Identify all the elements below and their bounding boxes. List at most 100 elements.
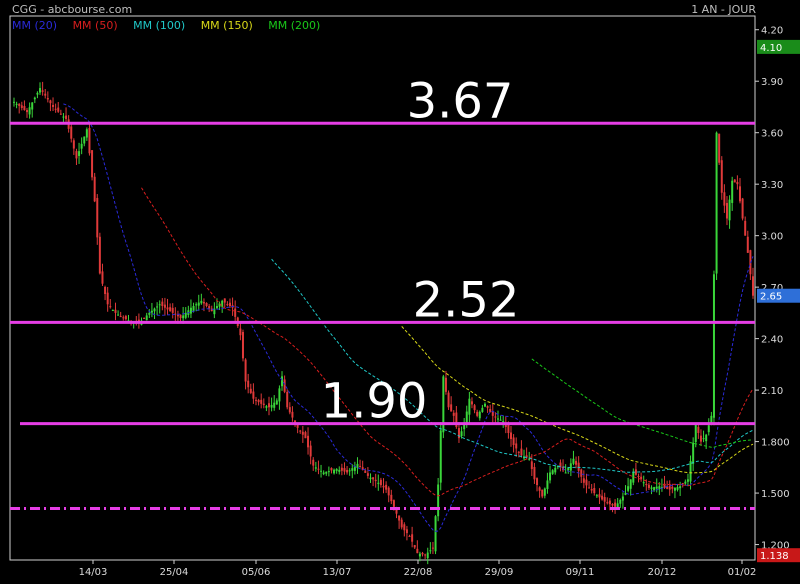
candle-body-180 [481,407,484,412]
candle-body-119 [322,472,325,475]
y-tick-label-1: 3.90 [761,77,783,88]
candle-body-123 [333,469,336,474]
candle-body-69 [192,306,195,311]
candle-body-185 [494,416,497,418]
x-tick-label-4: 22/08 [404,567,433,578]
candle-body-233 [619,499,622,504]
candle-body-63 [176,314,179,317]
candle-body-144 [387,487,390,496]
candle-body-114 [309,445,312,457]
moving-average-50 [141,187,754,497]
candle-body-27 [83,136,86,144]
candle-body-164 [439,430,442,483]
candle-body-85 [234,308,237,317]
candle-body-133 [359,465,362,467]
candle-body-228 [606,502,609,504]
candle-body-111 [301,431,304,435]
candle-body-14 [49,100,52,104]
candle-body-143 [385,484,388,490]
y-tick-label-0: 4.20 [761,26,783,37]
price-badge-label-2: 1.138 [760,551,789,562]
candle-body-218 [580,469,583,477]
candle-body-239 [634,469,637,475]
candle-body-18 [59,113,62,115]
candle-body-216 [575,460,578,465]
candle-body-31 [93,176,96,202]
x-tick-label-7: 20/12 [648,567,677,578]
candle-body-54 [153,308,156,312]
candle-body-8 [33,97,36,100]
candle-body-205 [546,480,549,489]
candle-body-34 [101,271,104,284]
candle-body-259 [686,479,689,482]
candle-body-182 [486,406,489,408]
candle-body-89 [244,359,247,382]
candle-body-25 [78,151,81,156]
candle-body-280 [741,198,744,219]
y-tick-label-8: 1.800 [761,438,790,449]
candle-body-148 [398,515,401,521]
legend-mm150: MM (150) [200,19,253,32]
x-tick-label-5: 29/09 [485,567,514,578]
candle-body-260 [689,461,692,482]
candle-body-125 [338,469,341,472]
candle-body-112 [304,432,307,439]
legend-mm200: MM (200) [268,19,321,32]
candle-body-262 [694,424,697,443]
candle-body-212 [564,472,567,474]
candle-body-223 [593,488,596,494]
candle-body-265 [702,438,705,440]
candle-body-64 [179,314,182,319]
candle-body-10 [39,88,42,93]
candle-body-257 [681,483,684,485]
candle-body-204 [543,488,546,496]
candle-body-3 [20,105,23,108]
candle-body-157 [421,552,424,555]
candle-body-11 [41,90,44,92]
candle-body-126 [340,467,343,471]
candle-body-162 [434,516,437,552]
candle-body-141 [379,479,382,486]
candle-body-237 [629,479,632,489]
candle-body-255 [676,487,679,490]
candle-body-70 [195,304,198,306]
candle-body-266 [705,434,708,442]
candle-body-145 [390,494,393,502]
candle-body-38 [111,310,114,312]
candle-body-36 [106,292,109,305]
candle-body-167 [447,392,450,408]
x-tick-label-2: 05/06 [242,567,271,578]
candle-body-0 [13,101,15,103]
candle-body-240 [637,476,640,478]
candle-body-284 [752,276,754,296]
candle-body-118 [320,470,323,472]
y-tick-label-9: 1.500 [761,489,790,500]
candle-body-19 [62,116,65,118]
candle-body-41 [119,316,122,318]
candle-body-193 [515,443,518,449]
candle-body-174 [465,411,468,423]
candle-body-238 [632,472,635,483]
candle-body-135 [364,470,367,473]
candle-body-24 [75,151,78,159]
candle-body-256 [679,486,682,489]
candle-body-81 [223,298,226,303]
candle-body-17 [57,107,60,112]
candle-body-269 [712,274,715,418]
candle-body-198 [528,458,531,460]
candle-body-105 [286,391,289,408]
candle-body-72 [200,300,203,304]
candle-body-247 [655,486,658,489]
candle-body-219 [582,478,585,483]
candle-body-42 [122,317,125,319]
legend-mm100: MM (100) [133,19,186,32]
candle-body-222 [590,488,593,491]
candle-body-252 [668,486,671,490]
candle-body-59 [166,307,169,310]
candle-body-186 [496,418,499,420]
candle-body-137 [369,477,372,480]
candle-body-61 [171,307,174,313]
candle-body-282 [746,236,749,253]
candle-body-129 [348,470,351,472]
candle-body-23 [72,140,75,149]
